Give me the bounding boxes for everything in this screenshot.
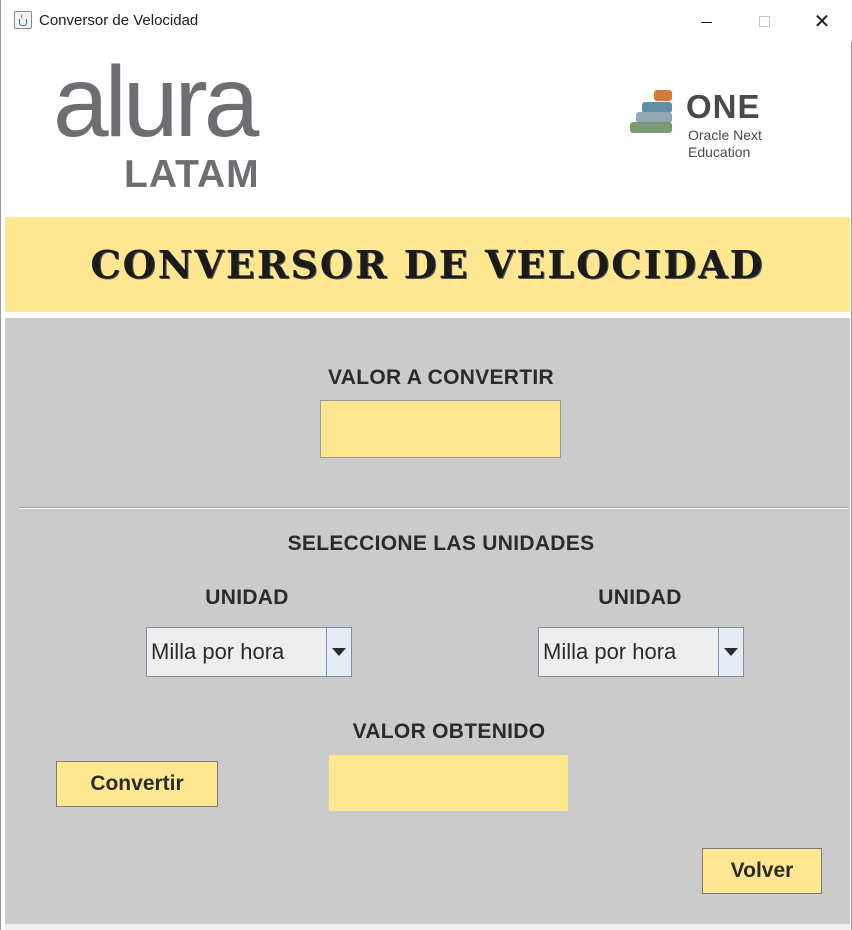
from-unit-label: UNIDAD — [205, 586, 289, 609]
maximize-icon — [758, 15, 770, 27]
to-unit-select[interactable]: Milla por hora — [538, 627, 744, 677]
minimize-icon — [700, 21, 712, 23]
window-bottom-edge — [5, 924, 850, 930]
units-heading: SELECCIONE LAS UNIDADES — [287, 532, 595, 555]
title-banner: CONVERSOR DE VELOCIDAD — [5, 217, 850, 312]
minimize-button[interactable] — [677, 0, 735, 42]
to-unit-value: Milla por hora — [543, 639, 677, 664]
close-button[interactable]: ✕ — [793, 0, 851, 42]
value-input[interactable] — [321, 401, 560, 457]
one-logo-stripe — [630, 122, 672, 133]
one-logo-line2: Education — [688, 144, 751, 160]
convert-button[interactable]: Convertir — [56, 761, 218, 807]
chevron-down-icon[interactable] — [718, 628, 743, 676]
one-logo-text: ONE — [686, 88, 761, 125]
title-bar: Conversor de Velocidad ✕ — [1, 0, 852, 42]
one-logo-stripe — [654, 90, 672, 101]
one-logo: ONE Oracle Next Education — [630, 88, 780, 165]
result-field — [328, 754, 569, 812]
window-title: Conversor de Velocidad — [39, 12, 199, 29]
value-input-field[interactable] — [320, 400, 561, 458]
back-button[interactable]: Volver — [702, 848, 822, 894]
alura-logo-text: alura — [53, 46, 259, 158]
result-label: VALOR OBTENIDO — [352, 720, 546, 743]
maximize-button[interactable] — [735, 0, 793, 42]
close-icon: ✕ — [813, 9, 831, 33]
alura-logo-subtext: LATAM — [124, 153, 260, 196]
app-window: Conversor de Velocidad ✕ alura LATAM ONE… — [0, 0, 852, 930]
from-unit-select[interactable]: Milla por hora — [146, 627, 352, 677]
chevron-down-icon[interactable] — [326, 628, 351, 676]
to-unit-label: UNIDAD — [598, 586, 682, 609]
one-logo-line1: Oracle Next — [688, 127, 762, 143]
from-unit-value: Milla por hora — [151, 639, 285, 664]
java-cup-icon — [14, 11, 32, 29]
page-title: CONVERSOR DE VELOCIDAD — [90, 242, 765, 287]
input-label: VALOR A CONVERTIR — [328, 366, 554, 389]
result-output — [329, 755, 568, 811]
logo-header: alura LATAM ONE Oracle Next Education — [5, 42, 850, 217]
section-divider-highlight — [19, 508, 848, 509]
